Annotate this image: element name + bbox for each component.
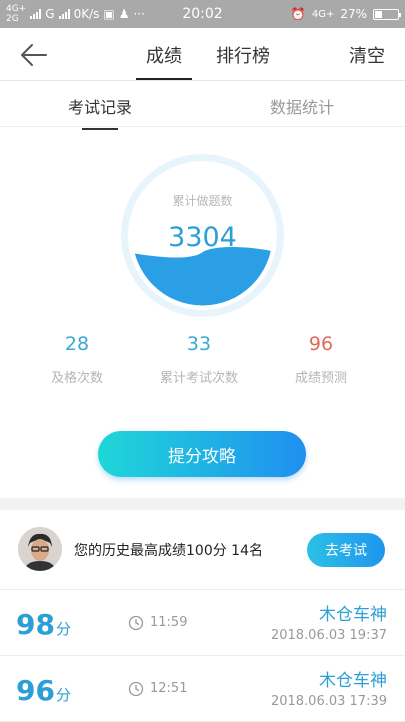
stat-score-prediction: 96 成绩预测	[256, 333, 386, 386]
status-bar: 4G+ 2G G 0K/s ▣ ♟ ··· 20:02 ⏰ 4G+ 27%	[0, 0, 405, 28]
clear-button[interactable]: 清空	[349, 42, 385, 68]
score-value: 96	[16, 674, 55, 707]
gauge-value: 3304	[168, 222, 237, 253]
stat-label: 成绩预测	[294, 371, 347, 386]
score-value: 98	[16, 608, 55, 641]
best-score-text: 您的历史最高成绩100分 14名	[74, 543, 263, 559]
clock-icon	[128, 615, 144, 631]
record-duration: 11:59	[150, 615, 188, 630]
top-navigation: 成绩 排行榜 清空	[0, 28, 405, 81]
gauge-label: 累计做题数	[172, 193, 232, 208]
tab-exam-records[interactable]: 考试记录	[68, 94, 132, 130]
record-name: 木仓车神	[319, 605, 387, 625]
improve-strategy-button[interactable]: 提分攻略	[98, 431, 306, 477]
score-unit: 分	[55, 686, 71, 704]
stat-label: 累计考试次数	[159, 371, 238, 386]
stat-value: 28	[64, 333, 90, 355]
stat-pass-count: 28 及格次数	[12, 333, 142, 386]
record-duration: 12:51	[150, 681, 188, 696]
network-type-right: 4G+	[311, 8, 335, 20]
take-exam-button[interactable]: 去考试	[307, 533, 385, 567]
stat-value: 33	[186, 333, 212, 355]
arrow-left-icon[interactable]	[18, 40, 50, 70]
best-score-row: 您的历史最高成绩100分 14名 去考试	[0, 510, 405, 590]
list-item[interactable]: 98分 11:59 木仓车神 2018.06.03 19:37	[0, 590, 405, 656]
avatar[interactable]	[18, 527, 62, 571]
status-right: ⏰ 4G+ 27%	[290, 0, 401, 28]
tab-scores[interactable]: 成绩	[136, 42, 192, 80]
record-score: 96分	[16, 674, 71, 707]
tab-data-statistics[interactable]: 数据统计	[270, 94, 334, 118]
sub-tabs: 考试记录 数据统计	[0, 81, 405, 130]
battery-icon	[373, 8, 401, 20]
score-unit: 分	[55, 620, 71, 638]
list-item[interactable]: 96分 12:51 木仓车神 2018.06.03 17:39	[0, 656, 405, 722]
gauge-wave-fill	[132, 247, 273, 306]
stat-value: 96	[308, 333, 334, 355]
section-divider	[0, 498, 405, 510]
record-date: 2018.06.03 19:37	[270, 628, 387, 643]
stat-label: 及格次数	[50, 371, 103, 386]
battery-percent: 27%	[340, 7, 367, 21]
alarm-icon: ⏰	[290, 7, 306, 21]
clock-icon	[128, 681, 144, 697]
tab-ranking[interactable]: 排行榜	[216, 42, 270, 68]
user-avatar-icon	[18, 527, 62, 571]
record-score: 98分	[16, 608, 71, 641]
stat-total-exams: 33 累计考试次数	[134, 333, 264, 386]
question-count-gauge: 累计做题数 3304	[121, 154, 284, 317]
record-name: 木仓车神	[319, 671, 387, 691]
record-date: 2018.06.03 17:39	[270, 694, 387, 709]
